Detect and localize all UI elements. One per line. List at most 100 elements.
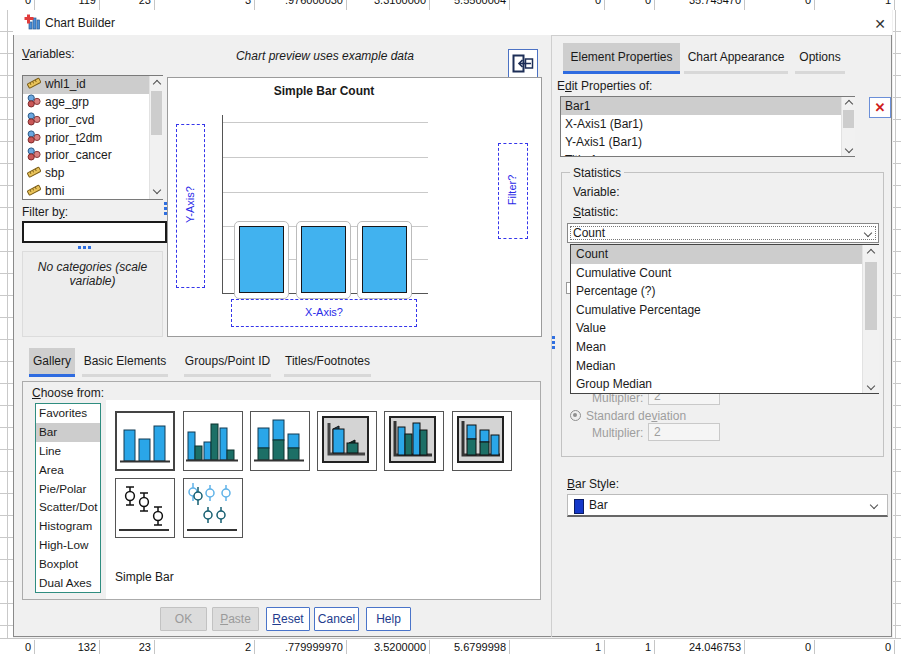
- gallery-item-clustered-3d-bar[interactable]: [384, 411, 444, 471]
- paste-button[interactable]: Paste: [212, 607, 259, 631]
- data-cell: 2: [155, 640, 255, 654]
- chart-type-line[interactable]: Line: [36, 442, 100, 461]
- preview-bar[interactable]: [301, 226, 346, 293]
- gridline: [223, 157, 428, 158]
- data-cell: 5.5500004: [430, 0, 510, 10]
- statistic-dropdown-list[interactable]: CountCumulative CountPercentage (?)Cumul…: [570, 244, 879, 394]
- preview-bar[interactable]: [362, 226, 407, 293]
- variable-item-age_grp[interactable]: age_grp: [23, 94, 162, 112]
- ok-button[interactable]: OK: [160, 607, 207, 631]
- data-cell: 0: [0, 0, 35, 10]
- variable-item-whl1_id[interactable]: whl1_id: [23, 76, 162, 94]
- chart-type-high-low[interactable]: High-Low: [36, 536, 100, 555]
- chart-type-dual-axes[interactable]: Dual Axes: [36, 574, 100, 593]
- variable-item-prior_cancer[interactable]: prior_cancer: [23, 147, 162, 165]
- edit-properties-item[interactable]: Bar1: [561, 97, 854, 115]
- tab-element-properties[interactable]: Element Properties: [563, 43, 680, 71]
- statistic-dropdown-scrollbar[interactable]: [862, 245, 879, 393]
- preview-note: Chart preview uses example data: [180, 49, 470, 63]
- delete-element-button[interactable]: ✕: [869, 97, 891, 118]
- cancel-button[interactable]: Cancel: [314, 607, 359, 631]
- chart-type-histogram[interactable]: Histogram: [36, 517, 100, 536]
- edit-properties-item[interactable]: X-Axis1 (Bar1): [561, 115, 854, 133]
- dialog-titlebar[interactable]: [13, 10, 892, 35]
- y-axis-line: [222, 115, 223, 293]
- chart-type-bar[interactable]: Bar: [36, 423, 100, 442]
- variable-item-sbp[interactable]: sbp: [23, 165, 162, 183]
- gallery-item-simple-error-bar[interactable]: [115, 478, 175, 538]
- scale-variable-icon: [27, 76, 41, 90]
- edit-properties-item[interactable]: Title 1: [561, 151, 854, 157]
- statistic-option[interactable]: Group Median: [571, 375, 878, 394]
- gallery-item-clustered-bar[interactable]: [183, 411, 243, 471]
- gallery-item-stacked-bar[interactable]: [250, 411, 310, 471]
- chart-type-pie-polar[interactable]: Pie/Polar: [36, 480, 100, 499]
- statistic-option[interactable]: Count: [571, 245, 878, 264]
- edit-properties-scrollbar[interactable]: [841, 97, 855, 156]
- data-cell: 0: [745, 0, 815, 10]
- statistic-option[interactable]: Value: [571, 319, 878, 338]
- reset-button[interactable]: Reset: [266, 607, 310, 631]
- chart-preview-canvas[interactable]: [167, 77, 542, 337]
- x-axis-dropzone-label: X-Axis?: [305, 306, 343, 318]
- panel-toggle-icon: [512, 54, 534, 73]
- tab-titles-footnotes[interactable]: Titles/Footnotes: [284, 348, 371, 374]
- statistic-option[interactable]: Percentage (?): [571, 282, 878, 301]
- filter-by-input[interactable]: [22, 221, 167, 243]
- y-axis-dropzone-label: Y-Axis?: [178, 125, 203, 285]
- gallery-item-simple-bar[interactable]: [115, 411, 175, 471]
- data-cell: 132: [35, 640, 100, 654]
- statistic-label: Statistic:: [573, 205, 618, 219]
- help-button[interactable]: Help: [366, 607, 411, 631]
- data-cell: 1: [605, 640, 655, 654]
- filter-dropzone[interactable]: Filter?: [498, 143, 528, 239]
- tab-groups-point-id[interactable]: Groups/Point ID: [184, 348, 271, 374]
- splitter-dots-vertical-main[interactable]: [552, 336, 555, 352]
- edit-properties-list[interactable]: Bar1X-Axis1 (Bar1)Y-Axis1 (Bar1)Title 1: [560, 96, 855, 157]
- tab-basic-elements[interactable]: Basic Elements: [82, 348, 168, 374]
- statistic-option[interactable]: Median: [571, 357, 878, 376]
- variables-list[interactable]: whl1_idage_grpprior_cvdprior_t2dmprior_c…: [22, 75, 163, 200]
- variable-item-prior_t2dm[interactable]: prior_t2dm: [23, 130, 162, 148]
- variables-scrollbar[interactable]: [149, 76, 163, 199]
- chart-type-list[interactable]: FavoritesBarLineAreaPie/PolarScatter/Dot…: [35, 403, 101, 593]
- data-cell: 3.5200000: [347, 640, 430, 654]
- gallery-item-stacked-3d-bar[interactable]: [452, 411, 512, 471]
- variable-item-prior_cvd[interactable]: prior_cvd: [23, 112, 162, 130]
- tab-chart-appearance[interactable]: Chart Appearance: [684, 43, 788, 71]
- bar-style-value: Bar: [589, 498, 608, 512]
- nominal-variable-icon: [27, 94, 41, 108]
- data-cell: .779999970: [255, 640, 347, 654]
- statistic-combobox[interactable]: Count: [567, 223, 879, 243]
- categories-panel: No categories (scale variable): [22, 251, 163, 337]
- statistic-option[interactable]: Cumulative Percentage: [571, 301, 878, 320]
- tab-underline: [563, 71, 680, 74]
- x-axis-dropzone[interactable]: X-Axis?: [231, 299, 417, 327]
- preview-bar[interactable]: [239, 226, 284, 293]
- edit-properties-item[interactable]: Y-Axis1 (Bar1): [561, 133, 854, 151]
- panel-toggle-button[interactable]: [508, 49, 538, 79]
- right-panel-top-border: [551, 35, 891, 36]
- stddev-radio[interactable]: [570, 410, 581, 421]
- chart-type-scatter-dot[interactable]: Scatter/Dot: [36, 498, 100, 517]
- y-axis-dropzone[interactable]: Y-Axis?: [176, 124, 205, 288]
- tab-options[interactable]: Options: [795, 43, 845, 71]
- bar-style-combobox[interactable]: Bar: [567, 494, 888, 517]
- chart-type-boxplot[interactable]: Boxplot: [36, 555, 100, 574]
- dialog-title: Chart Builder: [45, 16, 115, 30]
- gallery-item-simple-3d-bar[interactable]: [317, 411, 377, 471]
- chart-type-favorites[interactable]: Favorites: [36, 404, 100, 423]
- splitter-dots-horizontal[interactable]: [78, 246, 94, 249]
- gridline: [223, 192, 428, 193]
- statistic-option[interactable]: Mean: [571, 338, 878, 357]
- close-button[interactable]: ✕: [871, 15, 889, 33]
- tab-gallery[interactable]: Gallery: [29, 348, 75, 374]
- variable-item-bmi[interactable]: bmi: [23, 183, 162, 200]
- nominal-variable-icon: [27, 147, 41, 161]
- multiplier2-label: Multiplier:: [592, 426, 643, 440]
- background-grid-right-line: [895, 10, 896, 638]
- data-cell: 35.745470: [655, 0, 745, 10]
- gallery-item-clustered-error-bar[interactable]: [183, 478, 243, 538]
- statistic-option[interactable]: Cumulative Count: [571, 264, 878, 283]
- chart-type-area[interactable]: Area: [36, 461, 100, 480]
